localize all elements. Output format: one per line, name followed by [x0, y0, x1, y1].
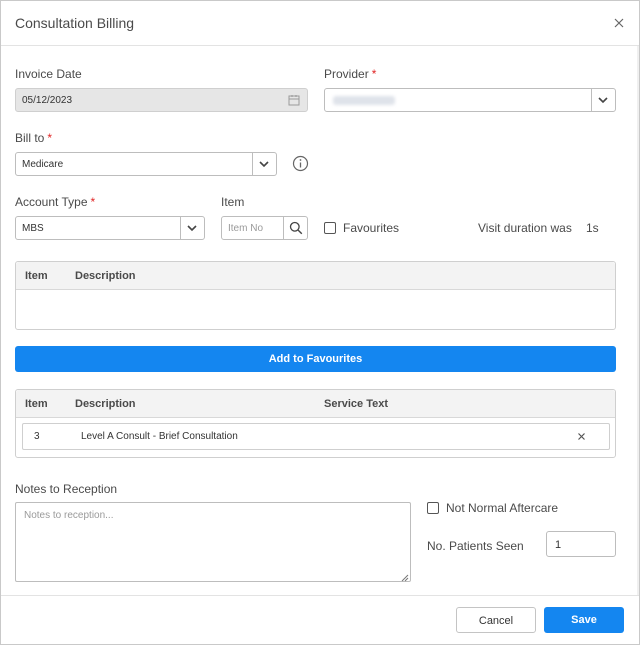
scrollbar[interactable]: [637, 46, 639, 595]
column-header-item: Item: [25, 398, 48, 410]
add-to-favourites-button[interactable]: Add to Favourites: [15, 346, 616, 372]
row-description: Level A Consult - Brief Consultation: [81, 431, 238, 442]
consultation-billing-dialog: Consultation Billing Invoice Date 05/12/…: [0, 0, 640, 645]
provider-label: Provider *: [324, 67, 377, 81]
column-header-description: Description: [75, 270, 136, 282]
dialog-title: Consultation Billing: [15, 15, 135, 31]
invoice-date-field[interactable]: 05/12/2023: [15, 88, 308, 112]
account-type-label: Account Type *: [15, 195, 96, 209]
dialog-header: Consultation Billing: [1, 1, 639, 46]
column-header-service-text: Service Text: [324, 398, 389, 410]
dialog-footer: Cancel Save: [1, 595, 639, 644]
cancel-button[interactable]: Cancel: [456, 607, 536, 633]
chevron-down-icon: [597, 94, 609, 106]
account-type-select[interactable]: MBS: [15, 216, 205, 240]
bill-to-value: Medicare: [22, 159, 64, 170]
table-row[interactable]: 3 Level A Consult - Brief Consultation: [22, 423, 610, 450]
close-icon[interactable]: [611, 15, 627, 31]
item-search-grid: Item Description: [15, 261, 616, 330]
visit-duration-label: Visit duration was: [478, 221, 572, 235]
save-button[interactable]: Save: [544, 607, 624, 633]
notes-textarea[interactable]: Notes to reception...: [15, 502, 411, 582]
info-icon[interactable]: [292, 155, 309, 175]
not-normal-aftercare-label: Not Normal Aftercare: [446, 501, 559, 515]
chevron-down-icon: [186, 222, 198, 234]
patients-seen-value: 1: [555, 539, 562, 551]
selected-items-grid: Item Description Service Text 3 Level A …: [15, 389, 616, 458]
invoice-date-label: Invoice Date: [15, 67, 82, 81]
not-normal-aftercare-checkbox[interactable]: [427, 502, 439, 514]
resize-handle-icon[interactable]: [400, 571, 409, 585]
bill-to-label: Bill to *: [15, 131, 53, 145]
provider-value-blurred: [333, 96, 395, 105]
calendar-icon[interactable]: [288, 94, 300, 109]
visit-duration-value: 1s: [586, 221, 599, 235]
column-header-description: Description: [75, 398, 136, 410]
column-header-item: Item: [25, 270, 48, 282]
notes-placeholder: Notes to reception...: [24, 510, 114, 521]
provider-select[interactable]: [324, 88, 616, 112]
notes-label: Notes to Reception: [15, 482, 118, 496]
search-icon[interactable]: [289, 221, 303, 238]
chevron-down-icon: [258, 158, 270, 170]
favourites-label: Favourites: [343, 221, 400, 235]
row-item: 3: [34, 431, 40, 442]
grid-header: Item Description Service Text: [16, 390, 615, 418]
invoice-date-value: 05/12/2023: [22, 95, 73, 106]
grid-header: Item Description: [16, 262, 615, 290]
account-type-value: MBS: [22, 223, 44, 234]
item-search-input[interactable]: Item No: [221, 216, 308, 240]
patients-seen-label: No. Patients Seen: [427, 539, 524, 553]
favourites-checkbox[interactable]: [324, 222, 336, 234]
bill-to-select[interactable]: Medicare: [15, 152, 277, 176]
patients-seen-input[interactable]: 1: [546, 531, 616, 557]
remove-row-icon[interactable]: [576, 431, 587, 445]
item-placeholder: Item No: [228, 223, 264, 234]
item-label: Item: [221, 195, 245, 209]
